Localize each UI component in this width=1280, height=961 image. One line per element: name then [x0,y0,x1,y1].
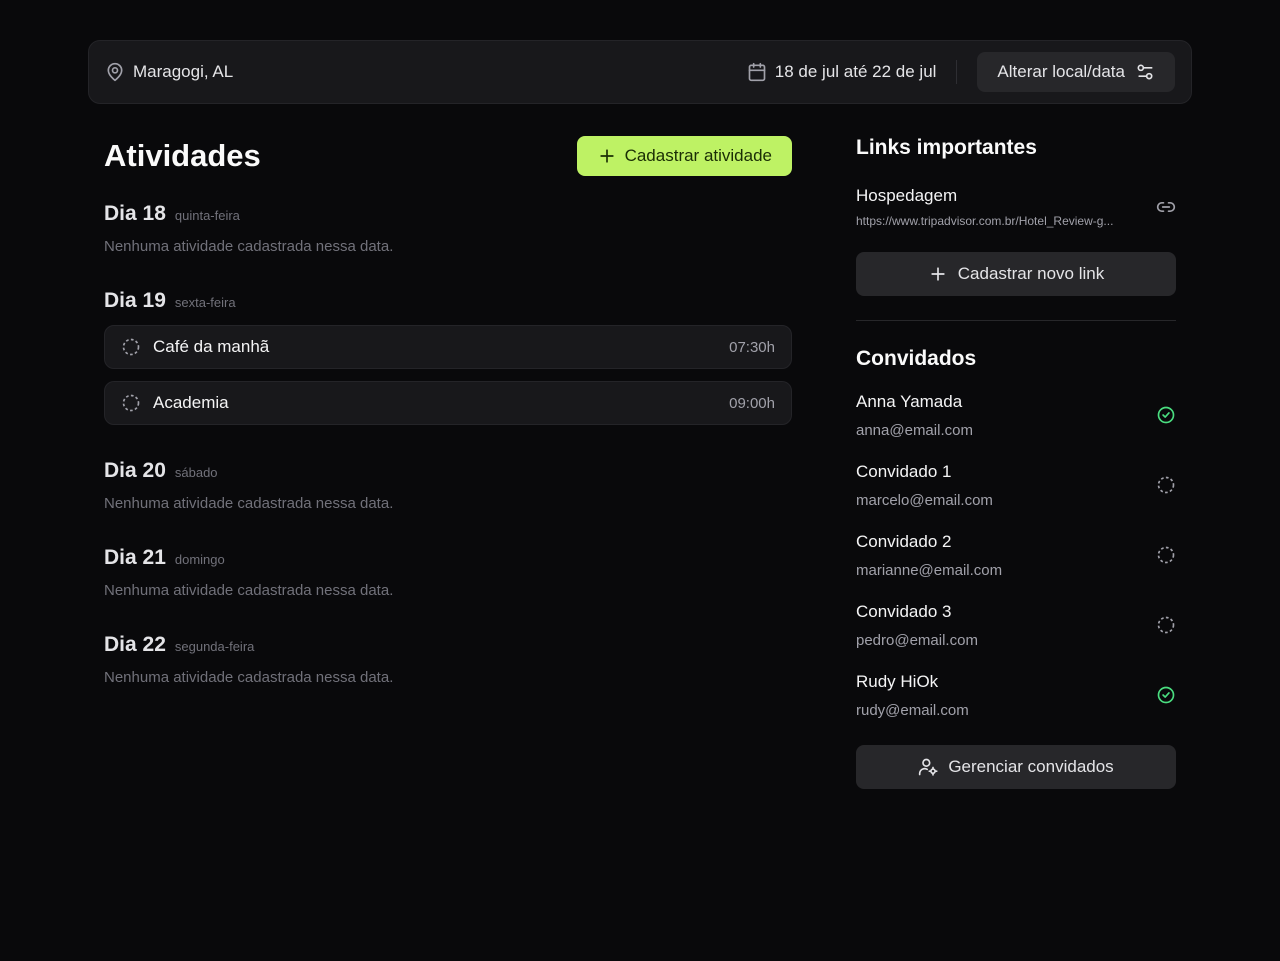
day-label: Dia 21 [104,546,166,569]
day-22: Dia 22 segunda-feira Nenhuma atividade c… [104,633,792,686]
add-link-label: Cadastrar novo link [957,264,1105,283]
day-weekday: domingo [174,552,225,567]
plus-icon [928,264,948,284]
empty-day-message: Nenhuma atividade cadastrada nessa data. [104,495,394,512]
circle-check-icon [1156,405,1176,425]
day-label: Dia 18 [104,202,166,225]
guest-item: Convidado 3 pedro@email.com [856,597,1176,653]
manage-guests-label: Gerenciar convidados [948,757,1114,776]
circle-check-icon [1156,685,1176,705]
day-label: Dia 20 [104,459,166,482]
circle-dashed-icon [1156,545,1176,565]
day-20: Dia 20 sábado Nenhuma atividade cadastra… [104,459,792,512]
day-label: Dia 22 [104,633,166,656]
activity-name: Café da manhã [153,337,270,356]
activities-section: Atividades Cadastrar atividade Dia 18 qu… [104,136,792,686]
guest-email: marianne@email.com [856,561,1003,579]
change-location-date-label: Alterar local/data [997,62,1125,81]
add-activity-button[interactable]: Cadastrar atividade [576,136,792,176]
link-item: Hospedagem https://www.tripadvisor.com.b… [856,186,1176,228]
guest-name: Convidado 2 [856,531,952,551]
activity-item[interactable]: Academia 09:00h [104,381,792,425]
guest-email: rudy@email.com [856,701,969,719]
day-18: Dia 18 quinta-feira Nenhuma atividade ca… [104,202,792,255]
links-title: Links importantes [856,136,1037,159]
guest-email: pedro@email.com [856,631,978,649]
trip-header: Maragogi, AL 18 de jul até 22 de jul Alt… [88,40,1192,104]
activity-time: 09:00h [729,394,775,412]
sidebar: Links importantes Hospedagem https://www… [856,136,1176,789]
manage-guests-button[interactable]: Gerenciar convidados [856,745,1176,789]
guest-name: Rudy HiOk [856,671,939,691]
day-weekday: sábado [174,465,218,480]
guests-title: Convidados [856,347,977,370]
circle-dashed-icon [1156,475,1176,495]
day-19: Dia 19 sexta-feira Café da manhã 07:30h … [104,289,792,425]
empty-day-message: Nenhuma atividade cadastrada nessa data. [104,238,394,255]
activity-name: Academia [153,393,229,412]
add-activity-label: Cadastrar atividade [624,146,772,165]
guest-email: marcelo@email.com [856,491,993,509]
activity-item[interactable]: Café da manhã 07:30h [104,325,792,369]
day-21: Dia 21 domingo Nenhuma atividade cadastr… [104,546,792,599]
day-weekday: segunda-feira [174,639,255,654]
guest-item: Convidado 2 marianne@email.com [856,527,1176,583]
header-divider [956,60,958,84]
activities-title: Atividades [104,138,261,173]
guest-item: Convidado 1 marcelo@email.com [856,457,1176,513]
activity-time: 07:30h [729,338,775,356]
trip-dates: 18 de jul até 22 de jul [747,62,937,82]
circle-dashed-icon [121,393,141,413]
day-label: Dia 19 [104,289,166,312]
circle-dashed-icon [1156,615,1176,635]
plus-icon [597,146,617,166]
add-link-button[interactable]: Cadastrar novo link [856,252,1176,296]
guest-name: Convidado 3 [856,601,952,621]
settings-sliders-icon [1135,62,1155,82]
empty-day-message: Nenhuma atividade cadastrada nessa data. [104,669,394,686]
guest-email: anna@email.com [856,421,973,439]
link-title: Hospedagem [856,186,958,205]
guest-item: Anna Yamada anna@email.com [856,387,1176,443]
guest-list: Anna Yamada anna@email.com Convidado 1 m… [856,387,1176,723]
circle-dashed-icon [121,337,141,357]
user-cog-icon [918,757,938,777]
empty-day-message: Nenhuma atividade cadastrada nessa data. [104,582,394,599]
day-weekday: quinta-feira [174,208,240,223]
day-weekday: sexta-feira [174,295,236,310]
trip-details-page: Maragogi, AL 18 de jul até 22 de jul Alt… [0,0,1280,961]
calendar-icon [747,62,767,82]
guest-name: Convidado 1 [856,461,952,481]
section-divider [856,320,1176,321]
dates-text: 18 de jul até 22 de jul [774,62,937,81]
location-text: Maragogi, AL [133,62,234,81]
location: Maragogi, AL [105,62,233,82]
link-icon[interactable] [1156,197,1176,217]
link-url[interactable]: https://www.tripadvisor.com.br/Hotel_Rev… [856,214,1138,228]
guest-item: Rudy HiOk rudy@email.com [856,667,1176,723]
change-location-date-button[interactable]: Alterar local/data [977,52,1175,92]
map-pin-icon [105,62,125,82]
guest-name: Anna Yamada [856,391,963,411]
